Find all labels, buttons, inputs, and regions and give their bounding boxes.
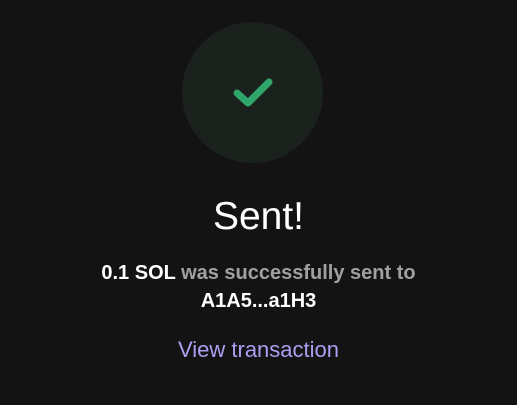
page-title: Sent! <box>212 195 305 238</box>
view-transaction-link[interactable]: View transaction <box>0 335 517 365</box>
sent-amount: 0.1 SOL <box>101 262 176 284</box>
checkmark-icon <box>231 76 275 110</box>
success-message: 0.1 SOL was successfully sent to A1A5...… <box>0 259 517 315</box>
recipient-address: A1A5...a1H3 <box>200 290 317 312</box>
send-success-screen: Sent! 0.1 SOL was successfully sent to A… <box>0 0 517 405</box>
message-text: was successfully sent to <box>181 262 416 284</box>
success-badge <box>182 22 323 163</box>
